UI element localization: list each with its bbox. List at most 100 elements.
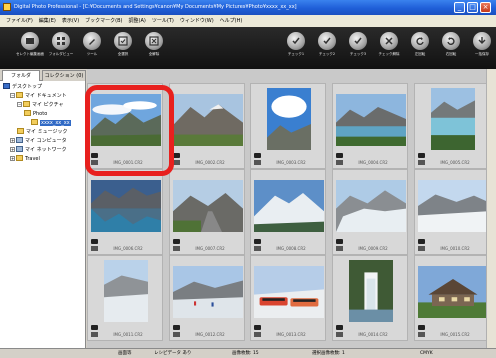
toolbar-button-label: チェック3	[349, 52, 367, 56]
check-mark-icon[interactable]	[173, 332, 180, 337]
menu-item[interactable]: ツール(T)	[149, 15, 177, 27]
camera-icon	[254, 325, 261, 330]
deselect-all-button[interactable]: 全解除	[140, 30, 168, 67]
check-mark-icon[interactable]	[173, 246, 180, 251]
tree-item-label: Travel	[25, 156, 40, 162]
check-1-button[interactable]: チェック1	[282, 30, 310, 67]
check-mark-icon[interactable]	[418, 332, 425, 337]
toolbar-button-label: 左回転	[414, 52, 426, 56]
tree-expander-icon[interactable]: +	[10, 147, 15, 152]
toolbar-button-label: 右回転	[445, 52, 457, 56]
menu-item[interactable]: ヘルプ(H)	[217, 15, 246, 27]
check-mark-icon[interactable]	[254, 160, 261, 165]
check-2-button[interactable]: チェック2	[313, 30, 341, 67]
camera-icon	[418, 153, 425, 158]
tree-expander-icon[interactable]: −	[10, 93, 15, 98]
thumbnail[interactable]: IMG_0002.CR2	[169, 83, 245, 169]
thumbnail[interactable]: IMG_0011.CR2	[87, 255, 163, 341]
menu-item[interactable]: ファイル(F)	[0, 15, 36, 27]
check-mark-icon[interactable]	[336, 246, 343, 251]
tree-item[interactable]: + Travel	[10, 155, 40, 164]
check-mark-icon[interactable]	[418, 160, 425, 165]
camera-icon	[336, 239, 343, 244]
thumbnail[interactable]: IMG_0006.CR2	[87, 169, 163, 255]
rotate-right-icon	[442, 32, 460, 50]
batch-save-button[interactable]: 一括保存	[468, 30, 496, 67]
rotate-left-button[interactable]: 左回転	[406, 30, 434, 67]
thumbnail-filename: IMG_0008.CR2	[276, 246, 306, 251]
menu-item[interactable]: ウィンドウ(W)	[177, 15, 217, 27]
tree-item[interactable]: + マイ ネットワーク	[10, 146, 67, 155]
menu-item[interactable]: ブックマーク(B)	[82, 15, 125, 27]
thumbnail-filename: IMG_0010.CR2	[440, 246, 470, 251]
check-mark-icon[interactable]	[418, 246, 425, 251]
select-edit-button[interactable]: セレクト編集画面	[16, 30, 44, 67]
check-clear-icon	[380, 32, 398, 50]
thumbnail[interactable]: IMG_0005.CR2	[414, 83, 490, 169]
check-mark-icon[interactable]	[173, 160, 180, 165]
thumbnail[interactable]: IMG_0013.CR2	[250, 255, 326, 341]
camera-icon	[254, 239, 261, 244]
thumbnail[interactable]: IMG_0003.CR2	[250, 83, 326, 169]
tool-button[interactable]: ツール	[78, 30, 106, 67]
check-mark-icon[interactable]	[91, 160, 98, 165]
check-mark-icon[interactable]	[91, 246, 98, 251]
thumbnail[interactable]: IMG_0008.CR2	[250, 169, 326, 255]
maximize-button[interactable]: □	[467, 2, 478, 13]
check-mark-icon[interactable]	[254, 246, 261, 251]
tab-folder[interactable]: フォルダ	[2, 70, 40, 81]
title-bar[interactable]: Digital Photo Professional - [C:¥Documen…	[0, 0, 496, 15]
thumbnail-filename: IMG_0001.CR2	[113, 160, 143, 165]
thumbnail[interactable]: IMG_0010.CR2	[414, 169, 490, 255]
thumbnail-image	[91, 94, 161, 146]
thumbnail-image	[349, 260, 393, 322]
tab-collection[interactable]: コレクション (0)	[42, 70, 86, 81]
select-all-icon	[114, 32, 132, 50]
menu-item[interactable]: 編集(E)	[36, 15, 59, 27]
rotate-right-button[interactable]: 右回転	[437, 30, 465, 67]
vertical-scrollbar[interactable]	[486, 69, 496, 348]
tree-expander-icon[interactable]: +	[10, 156, 15, 161]
select-all-button[interactable]: 全選択	[109, 30, 137, 67]
thumbnail-image	[173, 266, 243, 318]
check-clear-button[interactable]: チェック解除	[375, 30, 403, 67]
tree-expander-icon[interactable]: +	[10, 138, 15, 143]
tree-item[interactable]: デスクトップ	[3, 83, 42, 92]
thumbnail-grid: IMG_0001.CR2 IMG_0002.CR2 IMG_0003.CR2 IMG_…	[87, 69, 496, 348]
app-icon	[3, 3, 11, 11]
tree-item[interactable]: Photo	[24, 110, 47, 119]
thumbnail-image	[418, 180, 488, 232]
tree-item-label: xxxx_xx_xx	[40, 120, 71, 126]
tree-expander-icon[interactable]: −	[17, 102, 22, 107]
tree-item-label: デスクトップ	[12, 84, 43, 90]
thumbnail-filename: IMG_0006.CR2	[113, 246, 143, 251]
tree-item[interactable]: xxxx_xx_xx	[31, 119, 71, 128]
menu-item[interactable]: 表示(V)	[59, 15, 82, 27]
folder-icon	[17, 128, 24, 134]
thumbnail[interactable]: IMG_0001.CR2	[87, 83, 163, 169]
desktop-icon	[3, 83, 10, 89]
thumbnail-filename: IMG_0007.CR2	[195, 246, 225, 251]
tree-item[interactable]: + マイ コンピュータ	[10, 137, 67, 146]
menu-item[interactable]: 調整(A)	[126, 15, 149, 27]
tree-item-label: マイ ドキュメント	[25, 93, 67, 99]
thumbnail[interactable]: IMG_0015.CR2	[414, 255, 490, 341]
thumbnail[interactable]: IMG_0014.CR2	[332, 255, 408, 341]
tree-item[interactable]: − マイ ピクチャ	[17, 101, 64, 110]
thumbnail[interactable]: IMG_0007.CR2	[169, 169, 245, 255]
status-color-mode: CMYK	[420, 351, 433, 356]
thumbnail[interactable]: IMG_0009.CR2	[332, 169, 408, 255]
check-mark-icon[interactable]	[91, 332, 98, 337]
check-mark-icon[interactable]	[336, 332, 343, 337]
check-3-button[interactable]: チェック3	[344, 30, 372, 67]
tree-item[interactable]: − マイ ドキュメント	[10, 92, 67, 101]
minimize-button[interactable]: _	[454, 2, 465, 13]
check-mark-icon[interactable]	[336, 160, 343, 165]
tree-item[interactable]: マイ ミュージック	[17, 128, 68, 137]
folder-view-button[interactable]: フォルダビュー	[47, 30, 75, 67]
thumbnail[interactable]: IMG_0012.CR2	[169, 255, 245, 341]
thumbnail-image	[418, 266, 488, 318]
check-mark-icon[interactable]	[254, 332, 261, 337]
thumbnail[interactable]: IMG_0004.CR2	[332, 83, 408, 169]
close-button[interactable]: ×	[480, 2, 491, 13]
